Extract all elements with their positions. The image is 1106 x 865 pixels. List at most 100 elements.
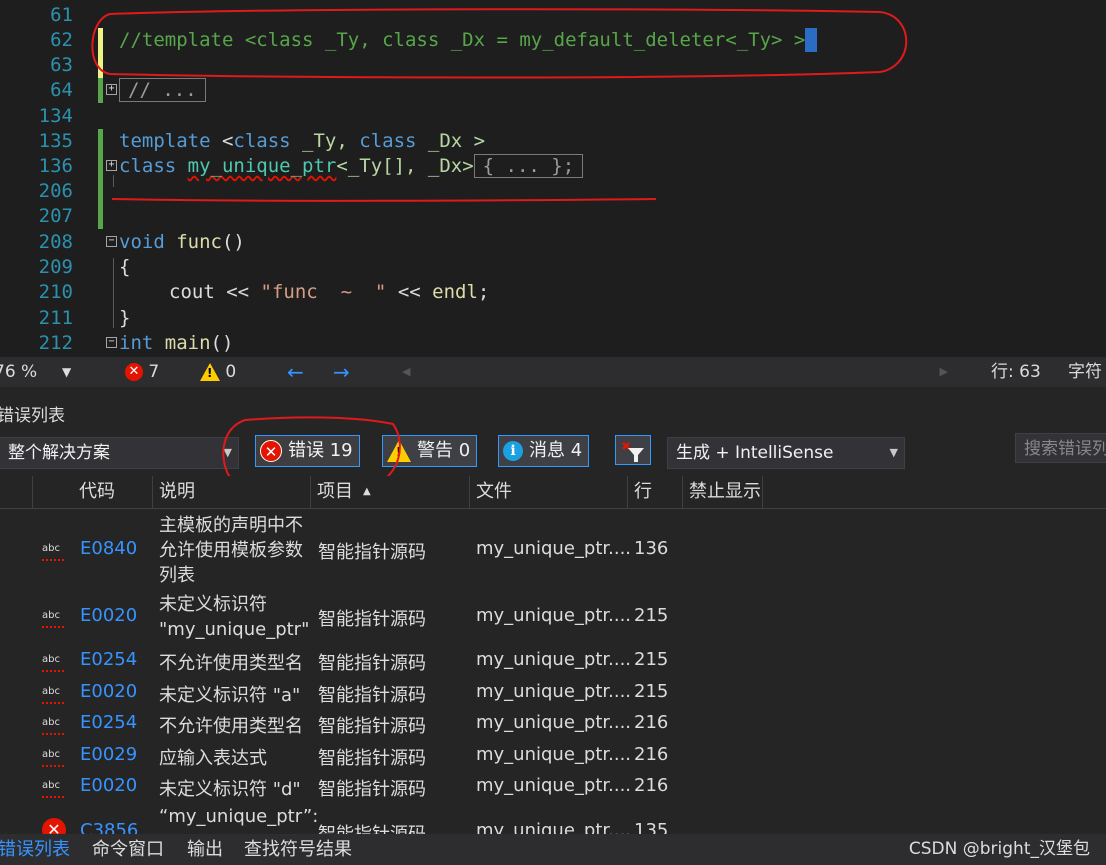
code-line: 206 [0, 179, 1106, 204]
column-label: 文件 [476, 481, 512, 502]
messages-filter-button[interactable]: i 消息 4 [498, 435, 590, 467]
error-description: “my_unique_ptr”: [159, 806, 319, 827]
error-code-link[interactable]: E0020 [80, 605, 137, 626]
column-header-code[interactable]: 代码 [73, 476, 153, 508]
collapse-icon[interactable]: − [106, 236, 117, 247]
scroll-left-icon[interactable]: ◀ [402, 357, 410, 387]
column-header-project[interactable]: 项目 ▲ [311, 476, 470, 508]
error-table-header: 代码 说明 项目 ▲ 文件 行 禁止显示 [0, 476, 1106, 509]
column-header-file[interactable]: 文件 [470, 476, 628, 508]
code-line: 136 + class my_unique_ptr<_Ty[], _Dx>{ .… [0, 154, 1106, 179]
error-file: my_unique_ptr.... [476, 681, 632, 702]
code-token: () [221, 231, 245, 253]
column-icon[interactable] [0, 476, 33, 508]
code-text[interactable]: void func() [119, 230, 245, 255]
code-line: 212 − int main() [0, 331, 1106, 356]
line-number: 211 [38, 307, 73, 329]
column-header-description[interactable]: 说明 [153, 476, 311, 508]
error-line: 136 [634, 538, 669, 559]
error-file: my_unique_ptr.... [476, 820, 632, 834]
forward-arrow-icon[interactable]: → [333, 357, 350, 387]
collapsed-region[interactable]: // ... [119, 78, 206, 102]
error-code-link[interactable]: C3856 [80, 820, 138, 834]
code-text[interactable]: cout << "func ~ " << endl; [169, 280, 489, 305]
panel-title: 错误列表 [0, 406, 65, 426]
table-row[interactable]: abc E0254 不允许使用类型名 智能指针源码 my_unique_ptr.… [0, 649, 1106, 679]
scroll-right-icon[interactable]: ▶ [940, 357, 948, 387]
error-description: 未定义标识符 "d" [159, 779, 301, 800]
code-token: } [119, 307, 131, 329]
table-row[interactable]: abc E0020 未定义标识符 "my_unique_ptr" 智能指针源码 … [0, 592, 1106, 642]
zoom-dropdown[interactable]: 76 % ▼ [0, 357, 79, 387]
code-token: < [210, 130, 234, 152]
back-arrow-icon[interactable]: ← [287, 357, 304, 387]
tab-find-symbol-results[interactable]: 查找符号结果 [244, 834, 352, 865]
tab-output[interactable]: 输出 [187, 834, 223, 865]
code-editor[interactable]: 61 62 //template <class _Ty, class _Dx =… [0, 0, 1106, 357]
warnings-filter-button[interactable]: ! 警告 0 [382, 435, 478, 467]
errors-filter-button[interactable]: ✕ 错误 19 [255, 435, 360, 467]
error-code-link[interactable]: E0029 [80, 744, 137, 765]
change-bar [98, 154, 103, 179]
error-code-link[interactable]: E0020 [80, 681, 137, 702]
table-row[interactable]: abc E0020 未定义标识符 "a" 智能指针源码 my_unique_pt… [0, 681, 1106, 711]
table-row[interactable]: ✕ C3856 “my_unique_ptr”: 智能指针源码 my_uniqu… [0, 806, 1106, 834]
error-file: my_unique_ptr.... [476, 744, 632, 765]
code-text[interactable]: } [119, 306, 130, 331]
warning-icon: ! [200, 363, 220, 381]
function-name: main [164, 332, 211, 354]
column-label: 禁止显示 [689, 481, 761, 502]
expand-icon[interactable]: + [106, 160, 117, 171]
error-code-link[interactable]: E0020 [80, 775, 137, 796]
code-token: ; [477, 281, 490, 303]
error-icon: ✕ [42, 818, 66, 834]
error-table-body[interactable]: abc E0840 主模板的声明中不 允许使用模板参数 列表 智能指针源码 my… [0, 509, 1106, 834]
intellisense-error-icon: abc [42, 611, 64, 628]
error-code-link[interactable]: E0840 [80, 538, 137, 559]
watermark: CSDN @bright_汉堡包 [908, 839, 1090, 859]
table-row[interactable]: abc E0020 未定义标识符 "d" 智能指针源码 my_unique_pt… [0, 775, 1106, 805]
build-filter-dropdown[interactable]: 生成 + IntelliSense ▼ [667, 437, 905, 469]
column-header-suppression[interactable]: 禁止显示 [683, 476, 763, 508]
filter-toggle-button[interactable] [615, 435, 651, 465]
keyword: template [119, 130, 211, 152]
code-text[interactable]: { [119, 255, 130, 280]
code-text[interactable]: template <class _Ty, class _Dx > [119, 129, 485, 154]
error-count-indicator[interactable]: ✕ 7 [125, 357, 159, 387]
tab-error-list[interactable]: 错误列表 [0, 834, 70, 865]
error-project: 智能指针源码 [318, 716, 426, 737]
code-token: () [210, 332, 234, 354]
zoom-value: 76 % [0, 362, 38, 382]
error-line: 135 [634, 820, 669, 834]
error-file: my_unique_ptr.... [476, 538, 632, 559]
warnings-button-label: 警告 0 [417, 440, 471, 461]
error-code-link[interactable]: E0254 [80, 649, 137, 670]
code-text[interactable]: class my_unique_ptr<_Ty[], _Dx>{ ... }; [119, 154, 584, 179]
scope-dropdown[interactable]: 整个解决方案 ▼ [0, 437, 239, 469]
line-number: 212 [38, 332, 73, 354]
table-row[interactable]: abc E0029 应输入表达式 智能指针源码 my_unique_ptr...… [0, 744, 1106, 774]
sort-asc-icon: ▲ [363, 486, 371, 497]
code-line: 210 cout << "func ~ " << endl; [0, 280, 1106, 305]
error-code-link[interactable]: E0254 [80, 712, 137, 733]
tab-command-window[interactable]: 命令窗口 [92, 834, 164, 865]
table-row[interactable]: abc E0254 不允许使用类型名 智能指针源码 my_unique_ptr.… [0, 712, 1106, 742]
keyword: class [119, 155, 177, 177]
search-input[interactable]: 搜索错误列表 [1015, 433, 1106, 463]
scope-value: 整个解决方案 [8, 443, 110, 463]
collapsed-region[interactable]: { ... }; [473, 154, 584, 178]
column-header-line[interactable]: 行 [628, 476, 683, 508]
column-label: 说明 [159, 481, 195, 502]
table-row[interactable]: abc E0840 主模板的声明中不 允许使用模板参数 列表 智能指针源码 my… [0, 513, 1106, 588]
collapse-icon[interactable]: − [106, 337, 117, 348]
code-line: 135 template <class _Ty, class _Dx > [0, 129, 1106, 154]
build-filter-value: 生成 + IntelliSense [676, 443, 834, 463]
code-text[interactable]: int main() [119, 331, 233, 356]
warning-count-indicator[interactable]: ! 0 [200, 357, 236, 387]
code-token: _Ty, [290, 130, 360, 152]
code-text[interactable]: //template <class _Ty, class _Dx = my_de… [119, 28, 818, 53]
horizontal-scrollbar[interactable]: ◀ ▶ [400, 365, 950, 379]
line-number: 208 [38, 231, 73, 253]
expand-icon[interactable]: + [106, 84, 117, 95]
code-text[interactable]: // ... [119, 78, 206, 103]
